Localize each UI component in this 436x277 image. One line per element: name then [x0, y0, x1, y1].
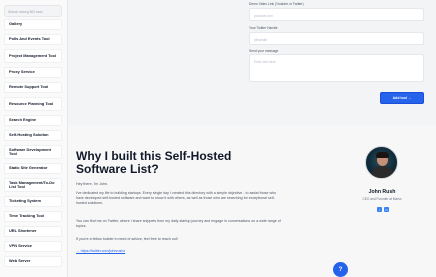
message-textarea[interactable]: Enter text here [249, 54, 424, 82]
main-content: Demo Video Link (Youtube or Twitter) you… [68, 0, 436, 277]
sidebar-item-software-development[interactable]: Software Development Tool [4, 145, 62, 159]
advice-paragraph: If you're a fellow builder in need of ad… [76, 237, 178, 241]
sidebar-item-ticketing[interactable]: Ticketing System [4, 196, 62, 207]
sidebar-item-web-server[interactable]: Web Server [4, 256, 62, 267]
linkedin-icon[interactable]: in [384, 207, 389, 212]
greeting-text: Hey there, I'm John. [76, 182, 109, 186]
sidebar-item-task-management[interactable]: Task Management/To-Do List Tool [4, 178, 62, 192]
section-title: Why I built this Self-Hosted Software Li… [76, 149, 232, 176]
sidebar-item-url-shortener[interactable]: URL Shortener [4, 226, 62, 237]
sidebar-item-vpn[interactable]: VPN Service [4, 241, 62, 252]
avatar [365, 146, 398, 179]
about-section: Why I built this Self-Hosted Software Li… [68, 125, 436, 277]
author-role: CEO and Founder at Marsx [362, 197, 402, 201]
sidebar-nav: Gallery Polls And Events Tool Project Ma… [4, 19, 62, 271]
sidebar-item-self-hosting[interactable]: Self-Hosting Solution [4, 130, 62, 141]
add-tool-button[interactable]: Add tool → [380, 92, 424, 104]
sidebar: Search among 800 tools Gallery Polls And… [0, 0, 68, 277]
twitter-input[interactable]: @handle [249, 32, 424, 45]
demo-link-label: Demo Video Link (Youtube or Twitter) [249, 2, 304, 6]
sidebar-item-polls[interactable]: Polls And Events Tool [4, 34, 62, 45]
sidebar-item-resource-planning[interactable]: Resource Planning Tool [4, 97, 62, 111]
message-label: Send your message [249, 49, 279, 53]
search-input[interactable]: Search among 800 tools [4, 5, 62, 17]
demo-link-input[interactable]: youtube.com [249, 8, 424, 21]
twitter-icon[interactable]: t [377, 207, 382, 212]
intro-paragraph: I've dedicated my life to building start… [76, 191, 277, 206]
submit-form: Demo Video Link (Youtube or Twitter) you… [68, 0, 436, 125]
sidebar-item-static-site[interactable]: Static Site Generator [4, 163, 62, 174]
help-icon[interactable]: ? [333, 262, 348, 277]
twitter-paragraph: You can find me on Twitter, where I shar… [76, 219, 281, 229]
sidebar-item-time-tracking[interactable]: Time Tracking Tool [4, 211, 62, 222]
sidebar-item-gallery[interactable]: Gallery [4, 19, 62, 30]
twitter-label: Your Twitter Handle [249, 26, 278, 30]
sidebar-item-remote-support[interactable]: Remote Support Tool [4, 82, 62, 93]
sidebar-item-proxy[interactable]: Proxy Service [4, 67, 62, 78]
author-name: John Rush [368, 189, 396, 195]
sidebar-item-project-management[interactable]: Project Management Tool [4, 49, 62, 63]
sidebar-item-search-engine[interactable]: Search Engine [4, 115, 62, 126]
twitter-link[interactable]: → https://twitter.com/johnrushx [76, 249, 125, 253]
